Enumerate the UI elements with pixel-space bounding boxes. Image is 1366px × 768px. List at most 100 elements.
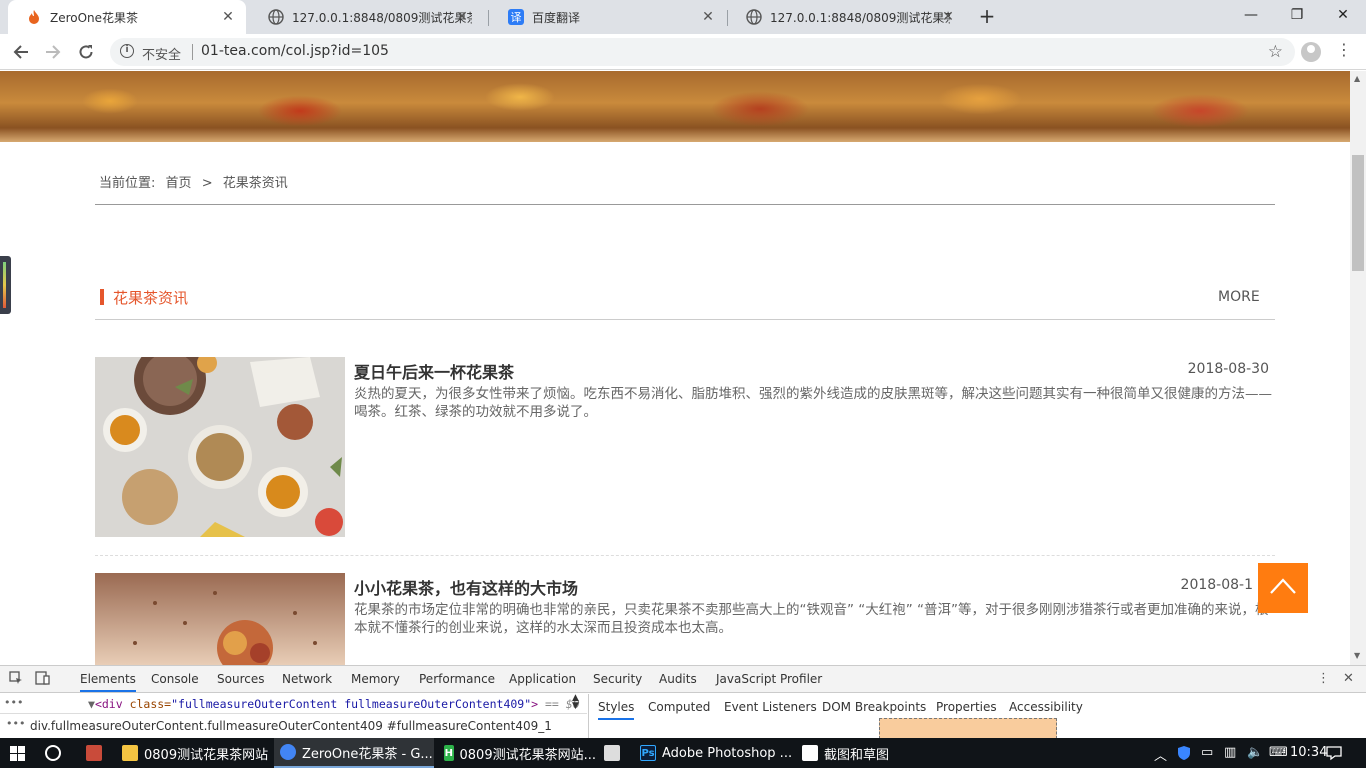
devtools-tab-application[interactable]: Application bbox=[509, 672, 576, 686]
devtools-tab-memory[interactable]: Memory bbox=[351, 672, 400, 686]
store-bag-icon bbox=[604, 745, 620, 761]
scrollbar-thumb[interactable] bbox=[1352, 155, 1364, 271]
info-icon[interactable]: i bbox=[120, 44, 134, 58]
scroll-stepper-icon[interactable]: ▲ ▼ bbox=[572, 694, 579, 711]
tab-title: 127.0.0.1:8848/0809测试花果茶 bbox=[770, 10, 950, 25]
inspect-element-icon[interactable] bbox=[9, 671, 23, 689]
tab-close-icon[interactable]: ✕ bbox=[940, 9, 956, 25]
subtab-styles[interactable]: Styles bbox=[598, 700, 635, 720]
windows-taskbar: 0809测试花果茶网站 ZeroOne花果茶 - G... H 0809测试花果… bbox=[0, 738, 1366, 768]
article-title[interactable]: 夏日午后来一杯花果茶 bbox=[354, 359, 514, 383]
breadcrumb-label: 当前位置: bbox=[99, 176, 156, 191]
more-ellipsis-icon[interactable]: ••• bbox=[4, 696, 23, 709]
battery-icon[interactable]: ▭ bbox=[1201, 745, 1213, 760]
breadcrumb-home-link[interactable]: 首页 bbox=[166, 176, 192, 191]
tab-title: ZeroOne花果茶 bbox=[50, 10, 139, 25]
taskbar-app-photoshop[interactable]: Ps Adobe Photoshop ... bbox=[634, 738, 794, 768]
more-link[interactable]: MORE bbox=[1218, 289, 1260, 305]
devtools-tab-network[interactable]: Network bbox=[282, 672, 332, 686]
subtab-properties[interactable]: Properties bbox=[936, 700, 997, 714]
window-minimize-button[interactable]: — bbox=[1228, 0, 1274, 32]
defender-shield-icon[interactable] bbox=[1177, 745, 1191, 765]
taskbar-app-explorer[interactable]: 0809测试花果茶网站 bbox=[116, 738, 272, 768]
article-title[interactable]: 小小花果茶，也有这样的大市场 bbox=[354, 575, 578, 599]
url-text[interactable]: 01-tea.com/col.jsp?id=105 bbox=[201, 43, 389, 59]
taskbar-app-label: 0809测试花果茶网站 bbox=[144, 747, 269, 763]
back-arrow-icon[interactable] bbox=[8, 39, 34, 65]
photoshop-icon: Ps bbox=[640, 745, 656, 761]
new-tab-button[interactable]: + bbox=[976, 6, 998, 28]
more-ellipsis-icon[interactable]: ••• bbox=[6, 717, 25, 730]
reload-icon[interactable] bbox=[73, 39, 99, 65]
bookmark-star-icon[interactable]: ☆ bbox=[1268, 42, 1283, 62]
browser-toolbar: i 不安全 01-tea.com/col.jsp?id=105 ☆ ⋮ bbox=[0, 34, 1366, 70]
ime-icon[interactable]: ⌨ bbox=[1269, 745, 1288, 760]
tab-zeroone[interactable]: ZeroOne花果茶 ✕ bbox=[8, 0, 246, 34]
article-summary: 花果茶的市场定位非常的明确也非常的亲民，只卖花果茶不卖那些高大上的“铁观音” “… bbox=[354, 602, 1269, 636]
breadcrumb-separator: > bbox=[201, 176, 213, 191]
devtools-tab-security[interactable]: Security bbox=[593, 672, 642, 686]
tab-title: 百度翻译 bbox=[532, 10, 581, 25]
tab-baidu-translate[interactable]: 译 百度翻译 ✕ bbox=[490, 0, 726, 34]
tray-expand-icon[interactable]: ︿ bbox=[1154, 745, 1167, 764]
taskbar-app-hbuilder[interactable]: H 0809测试花果茶网站... bbox=[438, 738, 596, 768]
scroll-down-arrow-icon[interactable]: ▼ bbox=[1354, 651, 1360, 660]
network-icon[interactable]: ▥ bbox=[1224, 745, 1236, 760]
devtools-tab-elements[interactable]: Elements bbox=[80, 672, 136, 692]
tab-localhost-1[interactable]: 127.0.0.1:8848/0809测试花果茶 ✕ bbox=[250, 0, 480, 34]
windows-start-icon[interactable] bbox=[10, 746, 26, 762]
devtools-tab-sources[interactable]: Sources bbox=[217, 672, 264, 686]
tab-close-icon[interactable]: ✕ bbox=[454, 9, 470, 25]
clock[interactable]: 10:34 bbox=[1290, 745, 1327, 760]
article-item[interactable]: 夏日午后来一杯花果茶 2018-08-30 炎热的夏天，为很多女性带来了烦恼。吃… bbox=[95, 357, 1275, 537]
taskbar-app-snip[interactable] bbox=[80, 738, 114, 768]
tab-close-icon[interactable]: ✕ bbox=[220, 9, 236, 25]
taskbar-app-label: 截图和草图 bbox=[824, 747, 890, 763]
cortana-search-icon[interactable] bbox=[45, 745, 61, 761]
breadcrumb-current[interactable]: 花果茶资讯 bbox=[223, 176, 288, 191]
devtools-tab-audits[interactable]: Audits bbox=[659, 672, 697, 686]
subtab-dom-breakpoints[interactable]: DOM Breakpoints bbox=[822, 700, 926, 714]
tab-close-icon[interactable]: ✕ bbox=[700, 9, 716, 25]
side-extension-widget[interactable] bbox=[0, 256, 11, 314]
flame-icon bbox=[26, 9, 42, 25]
device-toolbar-icon[interactable] bbox=[35, 671, 51, 689]
chevron-up-icon bbox=[1270, 578, 1296, 594]
article-thumbnail[interactable] bbox=[95, 357, 345, 537]
page-viewport: 当前位置: 首页 > 花果茶资讯 花果茶资讯 MORE 夏日午后来一杯花果茶 2… bbox=[0, 71, 1350, 665]
browser-tab-strip: ZeroOne花果茶 ✕ 127.0.0.1:8848/0809测试花果茶 ✕ … bbox=[0, 0, 1366, 34]
subtab-computed[interactable]: Computed bbox=[648, 700, 710, 714]
devtools-tab-console[interactable]: Console bbox=[151, 672, 199, 686]
collapse-triangle-icon[interactable]: ▼ bbox=[88, 697, 95, 711]
devtools-tab-js-profiler[interactable]: JavaScript Profiler bbox=[716, 672, 822, 686]
page-scrollbar[interactable]: ▲ ▼ bbox=[1350, 71, 1366, 665]
back-to-top-button[interactable] bbox=[1258, 563, 1308, 613]
window-close-button[interactable]: ✕ bbox=[1320, 0, 1366, 32]
taskbar-app-snip-sketch[interactable]: 截图和草图 bbox=[796, 738, 906, 768]
devtools-tab-performance[interactable]: Performance bbox=[419, 672, 495, 686]
scroll-up-arrow-icon[interactable]: ▲ bbox=[1354, 74, 1360, 83]
taskbar-app-store[interactable] bbox=[598, 738, 632, 768]
profile-avatar-icon[interactable] bbox=[1301, 42, 1321, 62]
devtools-menu-icon[interactable]: ⋮ bbox=[1317, 671, 1330, 686]
window-restore-button[interactable]: ❐ bbox=[1274, 0, 1320, 32]
folder-icon bbox=[122, 745, 138, 761]
article-date: 2018-08-30 bbox=[1187, 361, 1269, 377]
forward-arrow-icon[interactable] bbox=[40, 39, 66, 65]
tab-title: 127.0.0.1:8848/0809测试花果茶 bbox=[292, 10, 472, 25]
address-bar[interactable]: i 不安全 01-tea.com/col.jsp?id=105 ☆ bbox=[110, 38, 1295, 66]
section-marker bbox=[100, 289, 104, 305]
action-center-icon[interactable] bbox=[1326, 745, 1342, 765]
devtools-close-icon[interactable]: ✕ bbox=[1343, 671, 1354, 686]
article-thumbnail[interactable] bbox=[95, 573, 345, 665]
taskbar-app-chrome[interactable]: ZeroOne花果茶 - G... bbox=[274, 738, 434, 768]
browser-menu-icon[interactable]: ⋮ bbox=[1336, 40, 1352, 59]
subtab-event-listeners[interactable]: Event Listeners bbox=[724, 700, 817, 714]
article-item[interactable]: 小小花果茶，也有这样的大市场 2018-08-1 花果茶的市场定位非常的明确也非… bbox=[95, 573, 1275, 665]
subtab-accessibility[interactable]: Accessibility bbox=[1009, 700, 1083, 714]
dom-breadcrumb[interactable]: div.fullmeasureOuterContent.fullmeasureO… bbox=[0, 713, 587, 739]
volume-icon[interactable]: 🔈 bbox=[1247, 745, 1263, 760]
selected-dom-node[interactable]: ▼<div class="fullmeasureOuterContent ful… bbox=[88, 697, 580, 711]
section-title: 花果茶资讯 bbox=[113, 289, 189, 307]
tab-localhost-2[interactable]: 127.0.0.1:8848/0809测试花果茶 ✕ bbox=[728, 0, 966, 34]
